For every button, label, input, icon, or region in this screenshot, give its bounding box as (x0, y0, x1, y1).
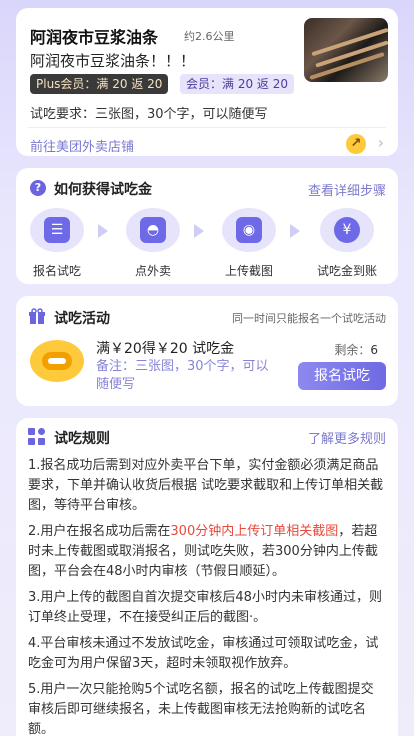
rule-item: 5.用户一次只能抢购5个试吃名额，报名的试吃上传截图提交审核后即可继续报名，未上… (28, 682, 374, 736)
remaining-value: 6 (370, 343, 378, 357)
clipboard-icon: ☰ (44, 217, 70, 243)
store-name: 阿润夜市豆浆油条 (30, 28, 159, 47)
rules-title: 试吃规则 (54, 431, 110, 447)
arrow-right-icon (98, 224, 108, 238)
member-badge: 会员：满 20 返 20 (180, 74, 294, 94)
howto-title: 如何获得试吃金 (54, 182, 152, 198)
plus-member-badge: Plus会员：满 20 返 20 (30, 74, 169, 94)
activity-card: 试吃活动 同一时间只能报名一个试吃活动 满￥20得￥20 试吃金 备注：三张图，… (16, 296, 398, 406)
food-cloche-icon: ◓ (140, 217, 166, 243)
step-label: 上传截图 (224, 264, 273, 278)
remaining-label: 剩余： (334, 343, 371, 357)
store-thumbnail (304, 18, 388, 82)
signup-trial-button[interactable]: 报名试吃 (298, 362, 386, 390)
activity-note: 同一时间只能报名一个试吃活动 (232, 312, 386, 325)
arrow-right-icon (194, 224, 204, 238)
goto-meituan-store-link[interactable]: 前往美团外卖店铺 (30, 136, 134, 155)
rule-item: 2.用户在报名成功后需在300分钟内上传订单相关截图，若超时未上传截图或取消报名… (28, 524, 378, 579)
view-detail-steps-link[interactable]: 查看详细步骤 (308, 180, 386, 199)
step-signup: ☰ 报名试吃 (22, 208, 92, 279)
yen-coin-icon: ¥ (334, 217, 360, 243)
activity-offer: 满￥20得￥20 试吃金 (96, 341, 235, 357)
more-rules-link[interactable]: 了解更多规则 (308, 428, 386, 447)
meituan-logo-icon: ↗ (346, 134, 366, 154)
store-card[interactable]: 阿润夜市豆浆油条 约2.6公里 阿润夜市豆浆油条！！！ Plus会员：满 20 … (16, 8, 398, 156)
store-subtitle: 阿润夜市豆浆油条！！！ (30, 52, 196, 70)
gift-icon (29, 308, 45, 324)
question-icon: ? (30, 180, 46, 196)
remaining-count: 剩余：6 (334, 341, 378, 358)
arrow-right-icon (290, 224, 300, 238)
rule-highlight: 300分钟内上传订单相关截图 (170, 524, 339, 539)
store-requirement: 试吃要求：三张图，30个字，可以随便写 (30, 107, 268, 122)
activity-title: 试吃活动 (54, 311, 110, 327)
chevron-right-icon: › (377, 133, 384, 152)
activity-remark: 备注：三张图，30个字，可以随便写 (96, 359, 269, 392)
rules-list: 1.报名成功后需到对应外卖平台下单，实付金额必须满足商品要求，下单并确认收货后根… (28, 456, 386, 736)
howto-card: ? 如何获得试吃金 查看详细步骤 ☰ 报名试吃 ◓ 点外卖 ◉ 上传截图 ¥ 试… (16, 168, 398, 284)
meituan-logo-icon (30, 340, 84, 382)
step-order: ◓ 点外卖 (118, 208, 188, 279)
rule-item: 3.用户上传的截图自首次提交审核后48小时内未审核通过，则订单终止受理，不在接受… (28, 590, 382, 625)
grid-icon (28, 428, 46, 446)
step-payout: ¥ 试吃金到账 (312, 208, 382, 279)
rules-card: 试吃规则 了解更多规则 1.报名成功后需到对应外卖平台下单，实付金额必须满足商品… (16, 418, 398, 736)
step-label: 试吃金到账 (316, 264, 377, 278)
rule-item: 4.平台审核未通过不发放试吃金，审核通过可领取试吃金，试吃金可为用户保留3天，超… (28, 636, 379, 671)
step-upload: ◉ 上传截图 (214, 208, 284, 279)
step-label: 报名试吃 (32, 264, 81, 278)
divider (28, 127, 386, 128)
rule-item: 1.报名成功后需到对应外卖平台下单，实付金额必须满足商品要求，下单并确认收货后根… (28, 458, 384, 513)
camera-icon: ◉ (236, 217, 262, 243)
step-label: 点外卖 (134, 264, 171, 278)
store-distance: 约2.6公里 (184, 30, 235, 43)
